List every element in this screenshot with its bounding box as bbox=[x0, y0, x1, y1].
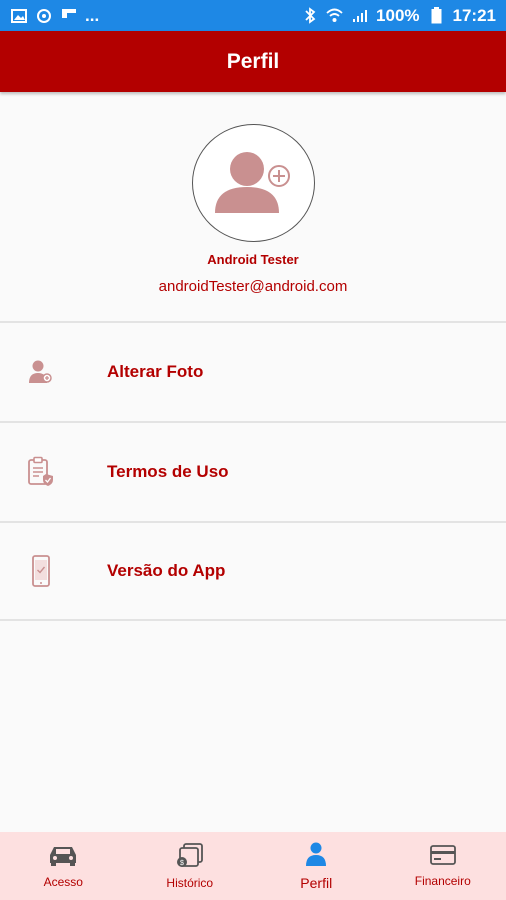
bluetooth-icon bbox=[301, 7, 318, 24]
status-bar: ... 100% 17:21 bbox=[0, 0, 506, 31]
profile-menu: Alterar Foto Termos de Uso Versão do App bbox=[0, 321, 506, 621]
image-icon bbox=[10, 7, 27, 24]
avatar[interactable] bbox=[192, 124, 315, 242]
nav-perfil[interactable]: Perfil bbox=[253, 832, 380, 900]
menu-item-alterar-foto[interactable]: Alterar Foto bbox=[0, 321, 506, 421]
page-title: Perfil bbox=[226, 49, 280, 73]
nav-historico[interactable]: $ Histórico bbox=[127, 832, 254, 900]
battery-percent: 100% bbox=[376, 5, 420, 25]
phone-version-icon bbox=[26, 555, 56, 587]
status-right: 100% 17:21 bbox=[301, 6, 496, 26]
terms-clipboard-icon bbox=[26, 456, 56, 488]
nav-label: Perfil bbox=[300, 875, 333, 891]
nav-label: Histórico bbox=[166, 876, 214, 890]
nav-label: Financeiro bbox=[414, 874, 471, 888]
signal-icon bbox=[351, 7, 368, 24]
sync-icon bbox=[35, 7, 52, 24]
profile-section: Android Tester androidTester@android.com bbox=[0, 92, 506, 321]
nav-acesso[interactable]: Acesso bbox=[0, 832, 127, 900]
svg-text:$: $ bbox=[180, 860, 184, 867]
battery-icon bbox=[428, 7, 445, 24]
nav-financeiro[interactable]: Financeiro bbox=[380, 832, 506, 900]
menu-item-label: Alterar Foto bbox=[107, 362, 204, 381]
bottom-navigation: Acesso $ Histórico Perfil Financeiro bbox=[0, 832, 506, 900]
menu-item-label: Termos de Uso bbox=[107, 462, 229, 481]
menu-icon-wrap bbox=[0, 358, 107, 386]
profile-email: androidTester@android.com bbox=[158, 278, 348, 295]
clock: 17:21 bbox=[452, 5, 496, 25]
add-user-icon bbox=[215, 152, 290, 213]
menu-icon-wrap bbox=[0, 456, 107, 488]
nav-label: Acesso bbox=[43, 875, 83, 889]
card-icon bbox=[429, 844, 457, 871]
menu-item-termos-de-uso[interactable]: Termos de Uso bbox=[0, 421, 506, 521]
menu-item-label: Versão do App bbox=[107, 561, 226, 580]
app-bar: Perfil bbox=[0, 31, 506, 92]
menu-icon-wrap bbox=[0, 555, 107, 587]
person-icon bbox=[303, 841, 329, 872]
status-left: ... bbox=[10, 6, 99, 26]
car-icon bbox=[47, 843, 79, 872]
change-photo-icon bbox=[26, 358, 56, 386]
more-notifications: ... bbox=[85, 5, 100, 25]
wifi-icon bbox=[326, 7, 343, 24]
menu-item-versao-do-app[interactable]: Versão do App bbox=[0, 521, 506, 621]
profile-name: Android Tester bbox=[207, 252, 299, 267]
flipboard-icon bbox=[60, 7, 77, 24]
history-icon: $ bbox=[175, 842, 205, 873]
